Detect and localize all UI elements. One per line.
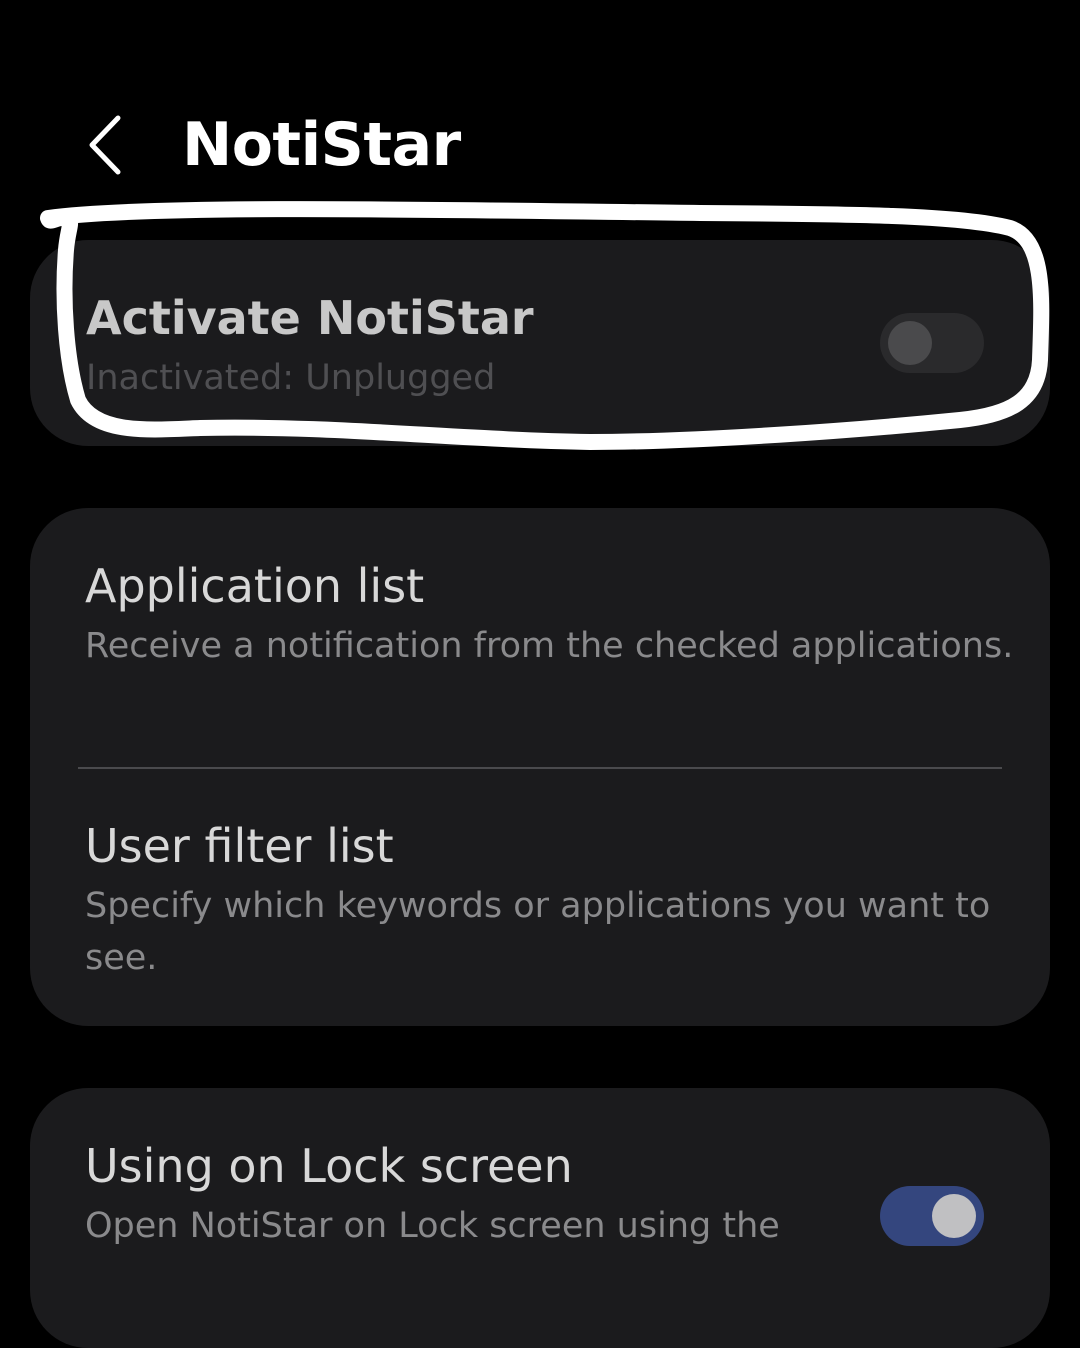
activate-toggle[interactable]	[880, 313, 984, 373]
activate-status: Inactivated: Unplugged	[86, 358, 496, 398]
activate-title: Activate NotiStar	[86, 291, 534, 345]
lock-screen-card: Using on Lock screen Open NotiStar on Lo…	[30, 1088, 1050, 1348]
application-list-description: Receive a notification from the checked …	[85, 626, 1014, 666]
toggle-knob	[932, 1194, 976, 1238]
app-header: NotiStar	[0, 100, 1080, 190]
page-title: NotiStar	[182, 110, 461, 180]
lock-screen-row[interactable]: Using on Lock screen Open NotiStar on Lo…	[30, 1088, 1050, 1260]
activate-card: Activate NotiStar Inactivated: Unplugged	[30, 240, 1050, 446]
lock-screen-description: Open NotiStar on Lock screen using the	[85, 1206, 780, 1246]
lock-screen-title: Using on Lock screen	[85, 1139, 573, 1193]
user-filter-list-title: User filter list	[85, 819, 394, 873]
chevron-left-icon	[89, 115, 121, 175]
user-filter-list-row[interactable]: User filter list Specify which keywords …	[30, 769, 1050, 1026]
lists-card: Application list Receive a notification …	[30, 508, 1050, 1026]
back-button[interactable]	[72, 110, 142, 180]
application-list-row[interactable]: Application list Receive a notification …	[30, 508, 1050, 767]
lock-screen-toggle[interactable]	[880, 1186, 984, 1246]
activate-notistar-row[interactable]: Activate NotiStar Inactivated: Unplugged	[30, 240, 1050, 446]
toggle-knob	[888, 321, 932, 365]
user-filter-list-description: Specify which keywords or applications y…	[85, 886, 991, 978]
application-list-title: Application list	[85, 559, 425, 613]
